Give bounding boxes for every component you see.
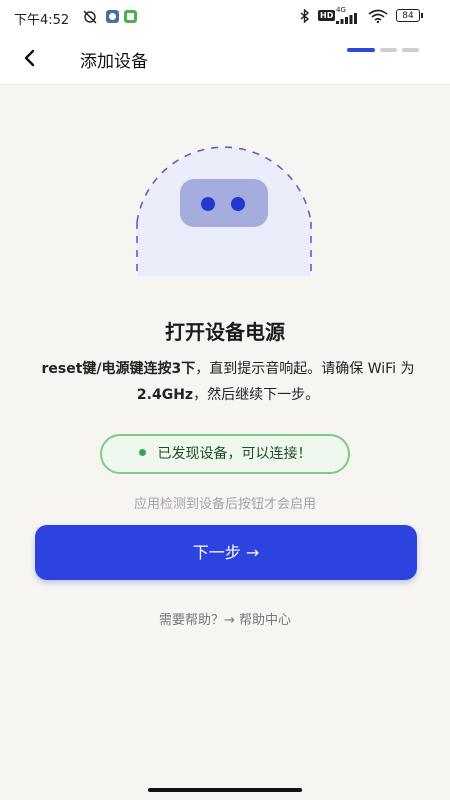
status-bar: 下午4:52 HD 4G 84 bbox=[0, 0, 450, 34]
bluetooth-icon bbox=[300, 9, 310, 24]
home-indicator bbox=[148, 788, 302, 792]
next-step-button[interactable]: 下一步 → bbox=[35, 525, 417, 580]
wifi-icon bbox=[368, 9, 388, 23]
step-dash bbox=[402, 48, 419, 52]
signal-icon bbox=[336, 13, 358, 27]
step-heading: 打开设备电源 bbox=[165, 320, 285, 344]
step-dash-active bbox=[347, 48, 375, 52]
page-title: 添加设备 bbox=[80, 52, 148, 72]
reset-instruction: reset键/电源键连按3下 bbox=[41, 361, 196, 377]
hd-badge: HD bbox=[318, 10, 336, 21]
back-arrow-icon[interactable] bbox=[20, 47, 40, 69]
step-dash bbox=[380, 48, 397, 52]
app-notification-icon bbox=[124, 10, 137, 23]
device-found-badge: 已发现设备，可以连接！ bbox=[100, 434, 350, 474]
status-time: 下午4:52 bbox=[14, 13, 70, 28]
step-description: reset键/电源键连按3下，直到提示音响起。请确保 WiFi 为 2.4GHz… bbox=[38, 356, 418, 408]
status-dot-icon bbox=[138, 448, 146, 456]
help-center-link[interactable]: 需要帮助？→ 帮助中心 bbox=[0, 609, 450, 628]
description-text-end: ，然后继续下一步。 bbox=[193, 387, 320, 403]
wifi-frequency: 2.4GHz bbox=[136, 387, 194, 403]
device-plug-icon bbox=[136, 146, 312, 276]
enable-hint: 应用检测到设备后按钮才会启用 bbox=[133, 497, 316, 512]
description-text: ，直到提示音响起。请确保 WiFi 为 bbox=[195, 361, 415, 377]
device-found-text: 已发现设备，可以连接！ bbox=[157, 446, 312, 462]
app-header: 添加设备 bbox=[0, 34, 450, 85]
battery-icon: 84 bbox=[396, 9, 423, 22]
app-notification-icon bbox=[106, 10, 119, 23]
device-illustration bbox=[132, 142, 316, 276]
alarm-off-icon bbox=[82, 9, 98, 24]
